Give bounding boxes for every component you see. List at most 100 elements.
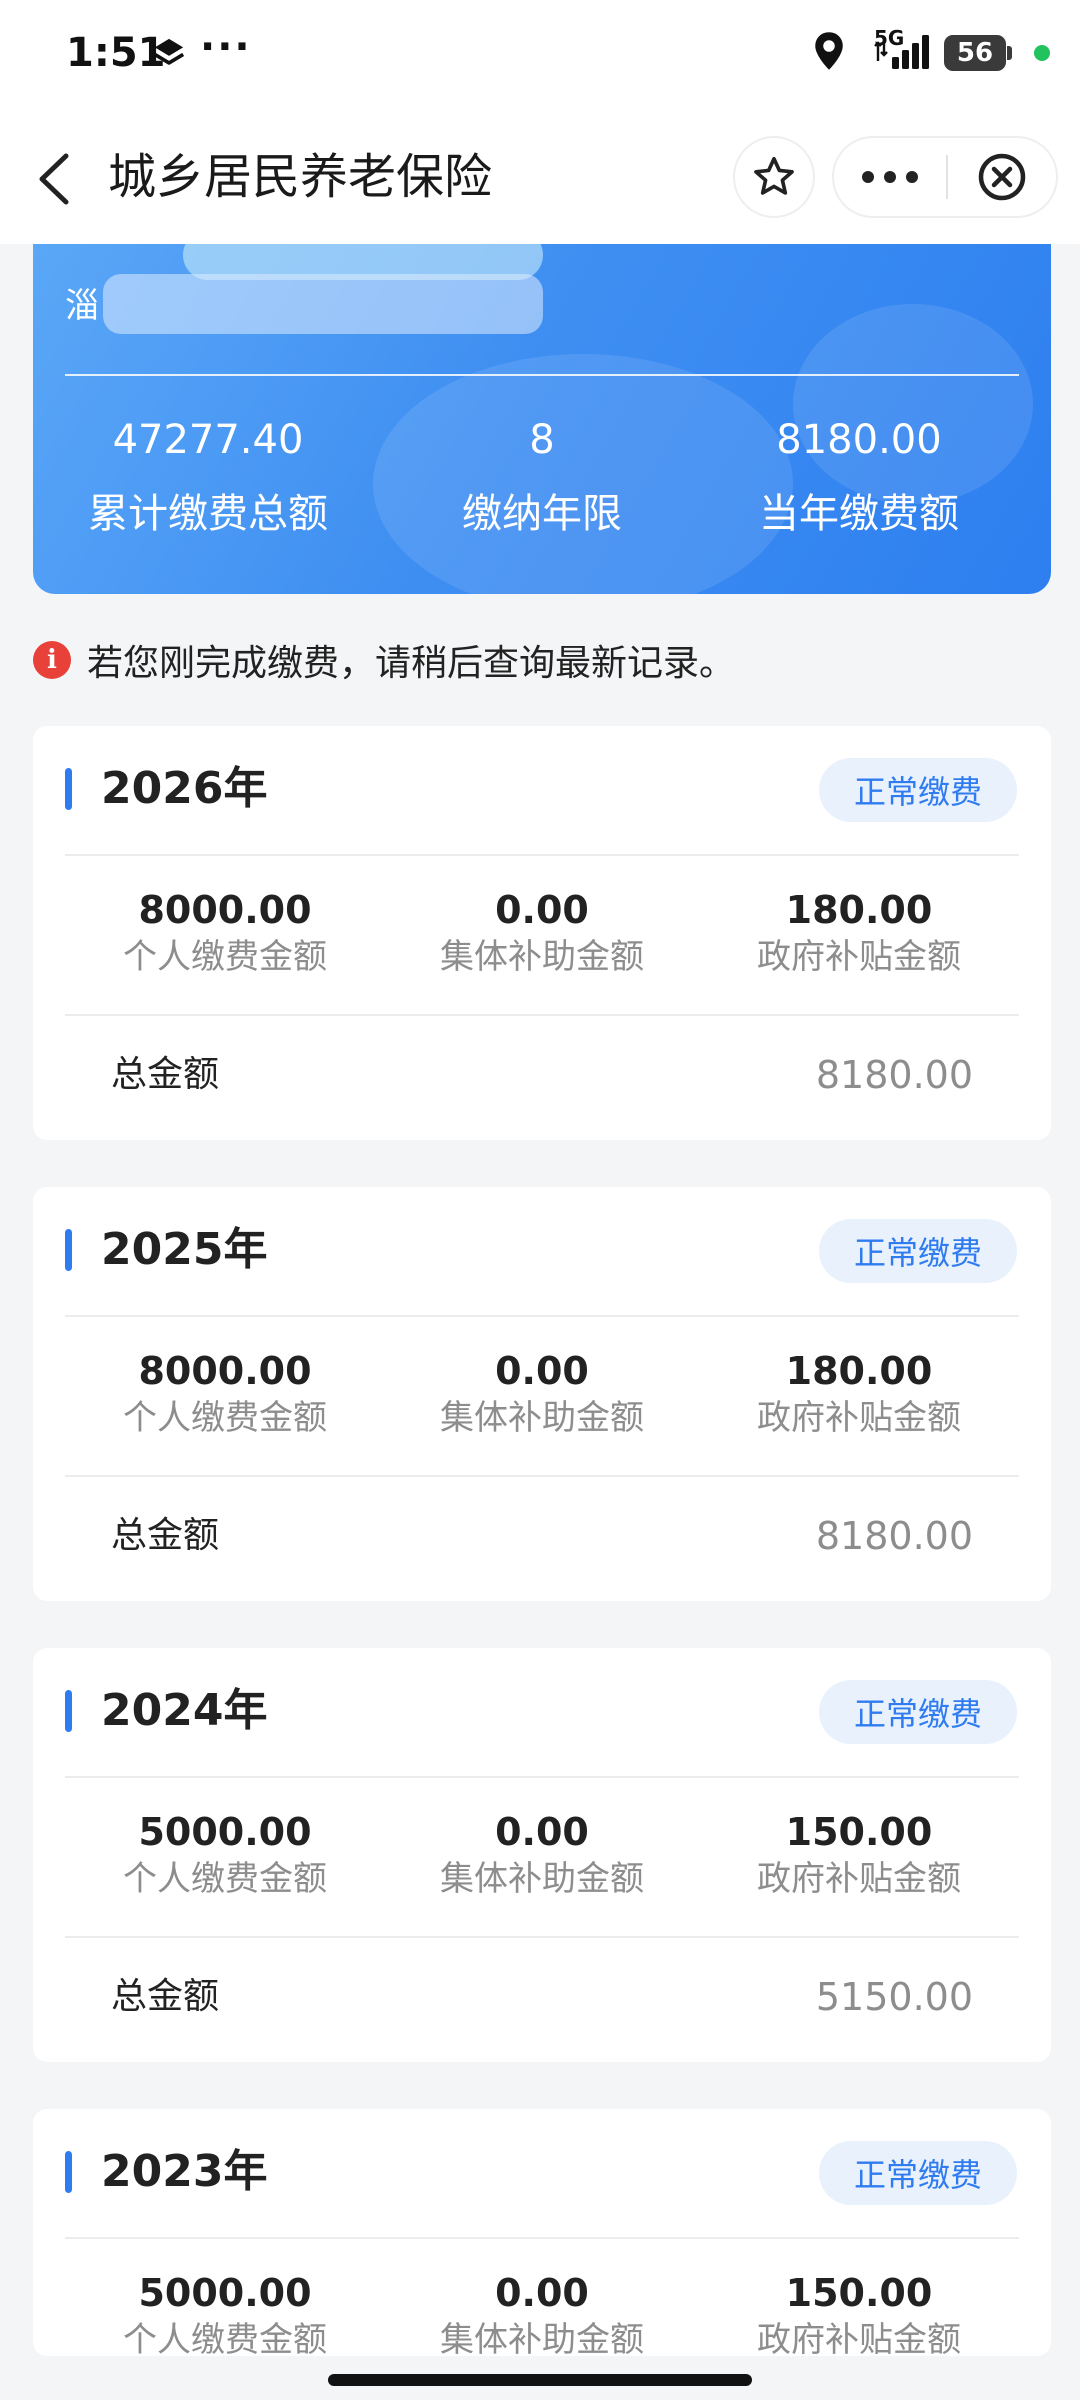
amount-value: 180.00 — [785, 888, 933, 932]
back-button[interactable] — [28, 144, 88, 214]
record-year: 2026年 — [101, 763, 268, 814]
status-right-icons: 56 — [814, 28, 1050, 78]
stat-label: 缴纳年限 — [462, 491, 622, 537]
amount-value: 180.00 — [785, 1349, 933, 1393]
amount-value: 0.00 — [495, 1810, 589, 1854]
amount-label: 政府补贴金额 — [757, 1859, 961, 1899]
signal-icon — [874, 31, 930, 75]
year-accent-bar — [65, 2151, 72, 2193]
notice-banner: i 若您刚完成缴费，请稍后查询最新记录。 — [33, 636, 735, 684]
total-value: 8180.00 — [815, 1053, 973, 1097]
divider — [65, 1776, 1019, 1778]
location-icon — [814, 31, 844, 75]
status-badge: 正常缴费 — [819, 1680, 1017, 1744]
status-badge: 正常缴费 — [819, 2141, 1017, 2205]
amount-label: 集体补助金额 — [440, 2320, 644, 2356]
amount-label: 个人缴费金额 — [123, 937, 327, 977]
privacy-indicator-dot — [1034, 45, 1050, 61]
status-badge: 正常缴费 — [819, 758, 1017, 822]
government-amount: 150.00 政府补贴金额 — [699, 1808, 1019, 1902]
amount-label: 个人缴费金额 — [123, 1398, 327, 1438]
record-year: 2025年 — [101, 1224, 268, 1275]
stat-total-paid: 47277.40 累计缴费总额 — [38, 414, 378, 540]
layers-icon — [152, 36, 186, 70]
favorite-button[interactable] — [733, 136, 815, 218]
page: 1:51 ··· 5G 56 城乡居民养老保险 淄 47277.40 累计缴费总… — [0, 0, 1080, 2400]
year-accent-bar — [65, 1229, 72, 1271]
divider — [65, 1315, 1019, 1317]
amount-label: 集体补助金额 — [440, 1398, 644, 1438]
record-card-2025[interactable]: 2025年 正常缴费 8000.00 个人缴费金额 0.00 集体补助金额 18… — [33, 1187, 1051, 1601]
more-dots-icon — [862, 171, 918, 183]
summary-divider — [65, 374, 1019, 376]
status-badge: 正常缴费 — [819, 1219, 1017, 1283]
battery-icon: 56 — [944, 35, 1012, 71]
more-options-button[interactable] — [834, 138, 946, 216]
amount-label: 政府补贴金额 — [757, 937, 961, 977]
close-circle-icon — [978, 153, 1026, 201]
status-bar: 1:51 ··· 5G 56 — [0, 0, 1080, 110]
summary-card: 淄 47277.40 累计缴费总额 8 缴纳年限 8180.00 当年缴费额 — [33, 244, 1051, 594]
record-card-2023[interactable]: 2023年 正常缴费 5000.00 个人缴费金额 0.00 集体补助金额 15… — [33, 2109, 1051, 2356]
amount-value: 8000.00 — [138, 888, 312, 932]
personal-amount: 5000.00 个人缴费金额 — [65, 2269, 385, 2356]
amount-value: 150.00 — [785, 2271, 933, 2315]
home-indicator[interactable] — [328, 2374, 752, 2386]
stat-label: 当年缴费额 — [759, 491, 959, 537]
collective-amount: 0.00 集体补助金额 — [382, 1347, 702, 1441]
record-year: 2023年 — [101, 2146, 268, 2197]
year-accent-bar — [65, 1690, 72, 1732]
record-year: 2024年 — [101, 1685, 268, 1736]
divider — [65, 1014, 1019, 1016]
government-amount: 150.00 政府补贴金额 — [699, 2269, 1019, 2356]
year-accent-bar — [65, 768, 72, 810]
government-amount: 180.00 政府补贴金额 — [699, 886, 1019, 980]
battery-level: 56 — [956, 38, 994, 68]
close-button[interactable] — [948, 138, 1056, 216]
amount-value: 0.00 — [495, 2271, 589, 2315]
amount-value: 8000.00 — [138, 1349, 312, 1393]
stat-value: 47277.40 — [112, 417, 304, 463]
amount-label: 个人缴费金额 — [123, 1859, 327, 1899]
stat-current-year: 8180.00 当年缴费额 — [689, 414, 1029, 540]
total-label: 总金额 — [111, 1976, 220, 2017]
amount-value: 0.00 — [495, 1349, 589, 1393]
amount-value: 150.00 — [785, 1810, 933, 1854]
divider — [65, 2237, 1019, 2239]
record-card-2026[interactable]: 2026年 正常缴费 8000.00 个人缴费金额 0.00 集体补助金额 18… — [33, 726, 1051, 1140]
redacted-name — [103, 274, 543, 334]
amount-label: 集体补助金额 — [440, 1859, 644, 1899]
page-title: 城乡居民养老保险 — [108, 149, 493, 205]
insured-name: 淄 — [65, 286, 99, 326]
government-amount: 180.00 政府补贴金额 — [699, 1347, 1019, 1441]
amount-value: 0.00 — [495, 888, 589, 932]
amount-label: 政府补贴金额 — [757, 1398, 961, 1438]
star-icon — [754, 156, 794, 195]
stat-value: 8180.00 — [776, 417, 942, 463]
stat-label: 累计缴费总额 — [88, 491, 328, 537]
amount-label: 个人缴费金额 — [123, 2320, 327, 2356]
status-more-dots: ··· — [200, 24, 252, 70]
amount-label: 政府补贴金额 — [757, 2320, 961, 2356]
stat-years: 8 缴纳年限 — [372, 414, 712, 540]
personal-amount: 8000.00 个人缴费金额 — [65, 1347, 385, 1441]
personal-amount: 8000.00 个人缴费金额 — [65, 886, 385, 980]
info-icon: i — [33, 641, 71, 679]
divider — [65, 1936, 1019, 1938]
total-value: 8180.00 — [815, 1514, 973, 1558]
collective-amount: 0.00 集体补助金额 — [382, 886, 702, 980]
total-label: 总金额 — [111, 1054, 220, 1095]
amount-value: 5000.00 — [138, 2271, 312, 2315]
collective-amount: 0.00 集体补助金额 — [382, 2269, 702, 2356]
notice-text: 若您刚完成缴费，请稍后查询最新记录。 — [87, 643, 736, 684]
divider — [65, 1475, 1019, 1477]
personal-amount: 5000.00 个人缴费金额 — [65, 1808, 385, 1902]
divider — [65, 854, 1019, 856]
status-time: 1:51 — [66, 30, 166, 76]
amount-label: 集体补助金额 — [440, 937, 644, 977]
collective-amount: 0.00 集体补助金额 — [382, 1808, 702, 1902]
chevron-left-icon — [39, 153, 69, 205]
record-card-2024[interactable]: 2024年 正常缴费 5000.00 个人缴费金额 0.00 集体补助金额 15… — [33, 1648, 1051, 2062]
total-value: 5150.00 — [815, 1975, 973, 2019]
mini-program-capsule — [832, 136, 1058, 218]
